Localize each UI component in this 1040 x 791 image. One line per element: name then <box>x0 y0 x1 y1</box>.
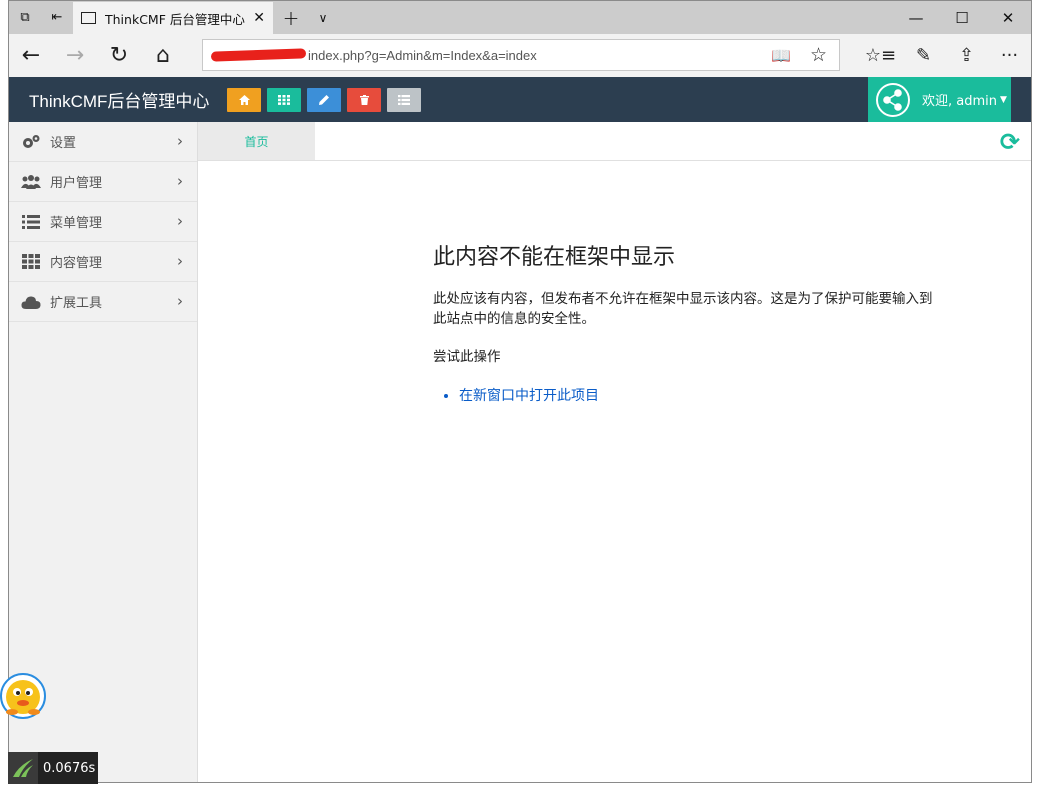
grid-icon <box>21 254 41 270</box>
sidebar-item-menus[interactable]: 菜单管理 › <box>9 202 197 242</box>
sidebar-item-label: 内容管理 <box>50 256 103 271</box>
home-shortcut-button[interactable] <box>227 87 261 112</box>
users-icon <box>21 174 41 190</box>
chevron-right-icon: › <box>177 212 183 230</box>
maximize-button[interactable]: ☐ <box>939 1 985 34</box>
sidebar-item-label: 用户管理 <box>50 176 103 191</box>
open-in-new-window-link[interactable]: 在新窗口中打开此项目 <box>459 385 933 405</box>
avatar <box>876 82 910 117</box>
grid-icon <box>278 94 290 105</box>
content-frame: 此内容不能在框架中显示 此处应该有内容，但发布者不允许在框架中显示该内容。这是为… <box>198 161 1031 782</box>
share-nodes-icon <box>883 88 902 111</box>
list-icon <box>398 94 410 105</box>
chevron-right-icon: › <box>177 132 183 150</box>
timer-value: 0.0676s <box>43 760 96 776</box>
web-note-icon[interactable]: ✎ <box>902 34 945 77</box>
content-tabs: 首页 ⟳ <box>198 122 1031 161</box>
share-icon[interactable]: ⇪ <box>945 34 988 77</box>
favorites-hub-icon[interactable]: ☆≡ <box>859 34 902 77</box>
close-window-button[interactable]: ✕ <box>985 1 1031 34</box>
error-title: 此内容不能在框架中显示 <box>433 245 676 270</box>
refresh-button[interactable]: ↻ <box>97 34 141 77</box>
sidebar-item-content[interactable]: 内容管理 › <box>9 242 197 282</box>
new-tab-button[interactable]: + <box>273 1 309 34</box>
cloud-icon <box>21 294 41 310</box>
list-icon <box>21 214 41 230</box>
browser-navbar: ← → ↻ ⌂ index.php?g=Admin&m=Index&a=inde… <box>9 34 1031 77</box>
pencil-icon <box>319 94 329 105</box>
more-icon[interactable]: ··· <box>988 34 1031 77</box>
suggestion-list: 在新窗口中打开此项目 <box>433 385 933 405</box>
error-description: 此处应该有内容，但发布者不允许在框架中显示该内容。这是为了保护可能要输入到此站点… <box>433 291 933 327</box>
browser-toolbar-right: ☆≡ ✎ ⇪ ··· <box>859 34 1031 77</box>
sidebar-item-label: 设置 <box>50 136 77 151</box>
grid-shortcut-button[interactable] <box>267 87 301 112</box>
browser-window: ⧉ ⇤ ThinkCMF 后台管理中心 ✕ + ∨ — ☐ ✕ ← → ↻ ⌂ … <box>8 0 1032 783</box>
thinkphp-logo-icon <box>8 752 38 784</box>
page-icon <box>81 12 96 24</box>
redacted-host <box>210 48 307 62</box>
page-trace-timer[interactable]: 0.0676s <box>8 752 98 784</box>
chevron-right-icon: › <box>177 252 183 270</box>
browser-titlebar: ⧉ ⇤ ThinkCMF 后台管理中心 ✕ + ∨ — ☐ ✕ <box>9 1 1031 34</box>
tab-preview-chevron-icon[interactable]: ∨ <box>309 1 337 34</box>
mascot-image[interactable] <box>0 670 46 722</box>
url-text: index.php?g=Admin&m=Index&a=index <box>308 47 537 63</box>
sidebar-item-users[interactable]: 用户管理 › <box>9 162 197 202</box>
edit-shortcut-button[interactable] <box>307 87 341 112</box>
chevron-right-icon: › <box>177 292 183 310</box>
list-shortcut-button[interactable] <box>387 87 421 112</box>
close-tab-icon[interactable]: ✕ <box>253 10 265 26</box>
app-brand: ThinkCMF后台管理中心 <box>29 92 210 111</box>
tab-home[interactable]: 首页 <box>198 122 315 160</box>
app-header: ThinkCMF后台管理中心 欢迎, admin ▼ <box>9 77 1031 122</box>
minimize-button[interactable]: — <box>893 1 939 34</box>
sidebar-item-settings[interactable]: 设置 › <box>9 122 197 162</box>
forward-button[interactable]: → <box>53 34 97 77</box>
sidebar-item-label: 菜单管理 <box>50 216 103 231</box>
caret-down-icon: ▼ <box>1000 94 1007 105</box>
tab-title: ThinkCMF 后台管理中心 <box>105 11 245 27</box>
favorite-star-icon[interactable]: ☆ <box>810 44 827 66</box>
address-bar[interactable]: index.php?g=Admin&m=Index&a=index 📖 ☆ <box>202 39 840 71</box>
reading-view-icon[interactable]: 📖 <box>771 46 791 65</box>
try-heading: 尝试此操作 <box>433 349 501 365</box>
trash-icon <box>359 94 369 105</box>
delete-shortcut-button[interactable] <box>347 87 381 112</box>
window-controls: — ☐ ✕ <box>893 1 1031 34</box>
show-tabs-aside-icon[interactable]: ⇤ <box>41 1 73 34</box>
set-tabs-aside-icon[interactable]: ⧉ <box>9 1 41 34</box>
user-menu[interactable]: 欢迎, admin ▼ <box>868 77 1011 122</box>
refresh-icon[interactable]: ⟳ <box>1000 128 1020 156</box>
back-button[interactable]: ← <box>9 34 53 77</box>
browser-tab-active[interactable]: ThinkCMF 后台管理中心 ✕ <box>73 1 273 34</box>
chevron-right-icon: › <box>177 172 183 190</box>
gears-icon <box>21 134 41 150</box>
frame-blocked-message: 此内容不能在框架中显示 此处应该有内容，但发布者不允许在框架中显示该内容。这是为… <box>433 239 933 405</box>
sidebar-item-extensions[interactable]: 扩展工具 › <box>9 282 197 322</box>
home-icon <box>238 94 250 105</box>
welcome-text: 欢迎, admin <box>922 94 997 109</box>
home-button[interactable]: ⌂ <box>141 34 185 77</box>
sidebar-item-label: 扩展工具 <box>50 296 103 311</box>
